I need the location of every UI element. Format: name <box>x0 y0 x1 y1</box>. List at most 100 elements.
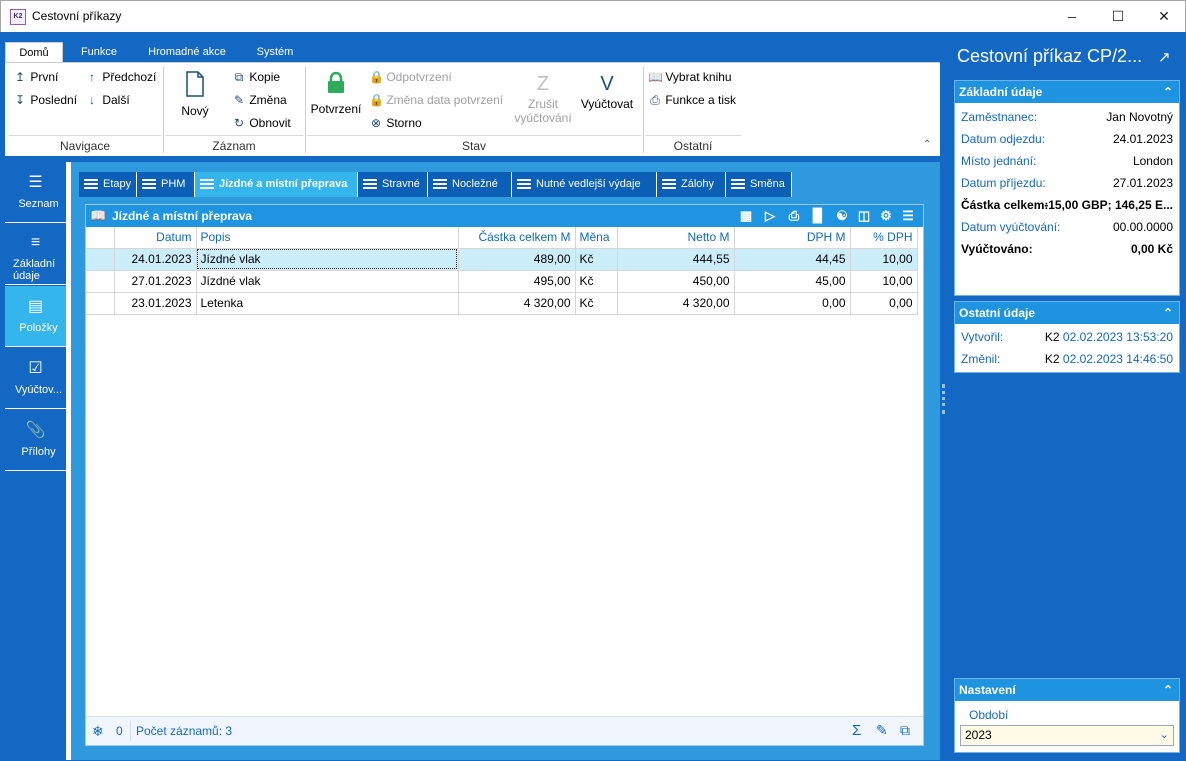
refresh-button[interactable]: ↻ Obnovit <box>232 116 291 130</box>
tab-stravne[interactable]: Stravné <box>358 172 428 197</box>
table-row[interactable]: 23.01.2023 Letenka 4 320,00 Kč 4 320,00 … <box>86 292 918 315</box>
chart-icon[interactable]: ▉ <box>810 208 826 224</box>
tab-nutne-vydaje[interactable]: Nutné vedlejší výdaje <box>512 172 657 197</box>
tab-hromadne-akce[interactable]: Hromadné akce <box>139 42 235 64</box>
pencil-icon[interactable]: ✎ <box>876 722 888 739</box>
book-icon: 📖 <box>648 70 663 84</box>
chevron-up-icon[interactable]: ⌃ <box>1163 81 1173 103</box>
section-header[interactable]: Ostatní údaje ⌃ <box>955 302 1179 324</box>
columns-icon[interactable]: ◫ <box>856 208 872 224</box>
tab-funkce[interactable]: Funkce <box>71 42 127 64</box>
tab-etapy[interactable]: Etapy <box>79 172 137 197</box>
table-cell[interactable]: Jízdné vlak <box>196 248 459 271</box>
table-cell[interactable]: Kč <box>575 248 618 271</box>
section-header[interactable]: Nastavení ⌃ <box>955 679 1179 701</box>
tab-label: Stravné <box>382 178 420 190</box>
copy-button[interactable]: ⧉ Kopie <box>232 70 280 85</box>
table-row[interactable]: 27.01.2023 Jízdné vlak 495,00 Kč 450,00 … <box>86 270 918 293</box>
table-cell[interactable]: 450,00 <box>617 270 735 293</box>
table-cell[interactable]: Kč <box>575 292 618 315</box>
tab-domu[interactable]: Domů <box>5 42 63 64</box>
nav-item-vyuctovani[interactable]: ☑ Vyúčtov... <box>5 348 66 409</box>
table-cell[interactable]: 0,00 <box>734 292 851 315</box>
chevron-down-icon[interactable]: ⌄ <box>1160 726 1169 745</box>
change-button[interactable]: ✎ Změna <box>232 93 287 107</box>
tab-zalohy[interactable]: Zálohy <box>657 172 726 197</box>
table-cell[interactable]: 23.01.2023 <box>114 292 197 315</box>
column-header[interactable]: DPH M <box>734 227 851 249</box>
table-row[interactable]: 24.01.2023 Jízdné vlak 489,00 Kč 444,55 … <box>86 248 918 271</box>
chevron-up-icon[interactable]: ⌃ <box>1163 302 1173 324</box>
menu-icon[interactable]: ☰ <box>900 208 916 224</box>
pane-splitter[interactable] <box>940 32 948 761</box>
unconfirm-button[interactable]: 🔒 Odpotvrzení <box>369 70 452 84</box>
column-header[interactable]: Datum <box>114 227 197 249</box>
tab-system[interactable]: Systém <box>247 42 303 64</box>
maximize-icon[interactable]: ☐ <box>1095 1 1141 31</box>
change-confirm-date-button[interactable]: 🔒 Změna data potvrzení <box>369 93 503 107</box>
settle-button[interactable]: V Vyúčtovat <box>579 71 635 111</box>
storno-button[interactable]: ⊗ Storno <box>369 116 422 130</box>
tab-smena[interactable]: Směna <box>726 172 792 197</box>
previous-button[interactable]: ↑ Předchozí <box>85 70 156 84</box>
minimize-icon[interactable]: – <box>1049 1 1095 31</box>
first-button[interactable]: ↥ První <box>13 70 58 84</box>
collapse-ribbon-icon[interactable]: ⌃ <box>923 139 931 150</box>
table-cell[interactable]: 24.01.2023 <box>114 248 197 271</box>
confirm-button[interactable]: Potvrzení <box>309 71 363 116</box>
section-header[interactable]: Základní údaje ⌃ <box>955 81 1179 103</box>
period-select[interactable]: 2023 ⌄ <box>960 725 1174 746</box>
field-row: Datum vyúčtování: 00.00.0000 <box>955 216 1179 238</box>
table-cell[interactable]: 0,00 <box>850 292 918 315</box>
function-print-label: Funkce a tisk <box>665 93 737 107</box>
tab-nocledne[interactable]: Nocležné <box>428 172 512 197</box>
table-cell[interactable]: 44,45 <box>734 248 851 271</box>
field-row: Zaměstnanec: Jan Novotný <box>955 106 1179 128</box>
column-header[interactable]: % DPH <box>850 227 918 249</box>
printer-icon[interactable]: ⎙ <box>786 208 802 224</box>
nav-item-seznam[interactable]: ☰ Seznam <box>5 162 66 223</box>
chevron-up-icon[interactable]: ⌃ <box>1163 679 1173 701</box>
table-cell[interactable]: 10,00 <box>850 248 918 271</box>
column-header[interactable]: Netto M <box>617 227 735 249</box>
row-indicator <box>86 270 115 293</box>
table-cell[interactable]: 444,55 <box>617 248 735 271</box>
table-cell[interactable]: Letenka <box>196 292 459 315</box>
table-cell[interactable]: 27.01.2023 <box>114 270 197 293</box>
nav-item-zakladni-udaje[interactable]: ≡ Základní údaje <box>5 224 66 285</box>
column-header[interactable]: Částka celkem M <box>458 227 576 249</box>
table-cell[interactable]: 45,00 <box>734 270 851 293</box>
table-cell[interactable]: 495,00 <box>458 270 576 293</box>
external-link-icon[interactable]: ↗ <box>1158 48 1171 66</box>
nav-item-prilohy[interactable]: 📎 Přílohy <box>5 410 66 471</box>
table-cell[interactable]: 489,00 <box>458 248 576 271</box>
tab-jizdne[interactable]: Jízdné a místní přeprava <box>195 172 358 197</box>
table-cell[interactable]: 10,00 <box>850 270 918 293</box>
nav-item-polozky[interactable]: ▤ Položky <box>5 286 66 347</box>
tab-phm[interactable]: PHM <box>137 172 195 197</box>
splitter-handle[interactable] <box>942 384 945 414</box>
close-icon[interactable]: ✕ <box>1141 1 1186 31</box>
gear-icon[interactable]: ⚙ <box>878 208 894 224</box>
network-icon[interactable]: ☯ <box>834 208 850 224</box>
new-button[interactable]: Nový <box>175 71 215 118</box>
table-cell[interactable]: Kč <box>575 270 618 293</box>
snowflake-icon[interactable]: ❄ <box>92 723 104 740</box>
excel-icon[interactable]: ▦ <box>738 208 754 224</box>
select-book-button[interactable]: 📖 Vybrat knihu <box>648 70 732 84</box>
sum-icon[interactable]: Σ <box>852 722 861 739</box>
table-cell[interactable]: 4 320,00 <box>458 292 576 315</box>
cancel-settlement-button[interactable]: Z Zrušit vyúčtování <box>513 71 573 125</box>
next-button[interactable]: ↓ Další <box>85 93 130 107</box>
v-icon: V <box>600 73 614 95</box>
table-cell[interactable]: Jízdné vlak <box>196 270 459 293</box>
add-record-icon[interactable]: ⧉ <box>900 722 910 739</box>
column-header[interactable]: Popis <box>196 227 459 249</box>
play-icon[interactable]: ▷ <box>762 208 778 224</box>
row-indicator <box>86 292 115 315</box>
function-print-button[interactable]: ⎙ Funkce a tisk <box>648 93 736 108</box>
field-value: 27.01.2023 <box>1112 176 1173 190</box>
last-button[interactable]: ↧ Poslední <box>13 93 77 107</box>
column-header[interactable]: Měna <box>575 227 618 249</box>
table-cell[interactable]: 4 320,00 <box>617 292 735 315</box>
